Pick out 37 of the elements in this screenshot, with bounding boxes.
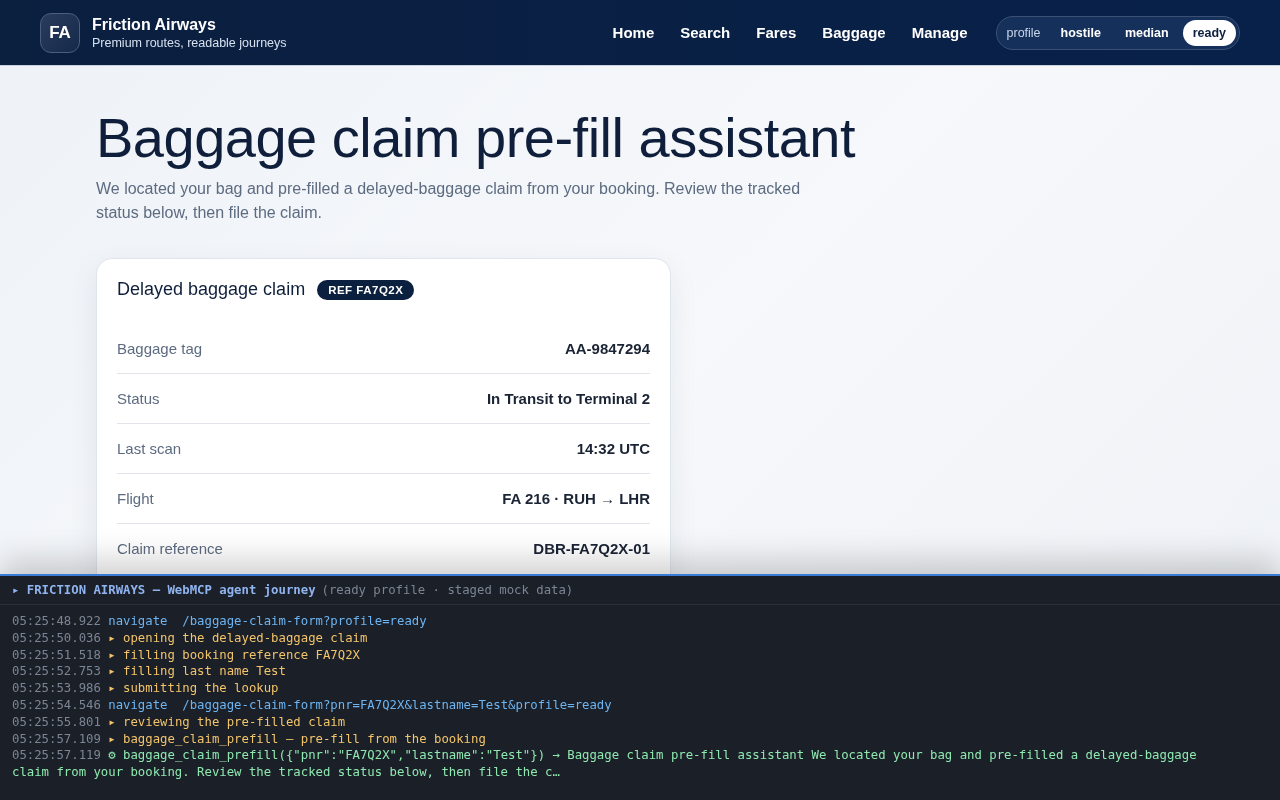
page-heading: Baggage claim pre-fill assistant — [96, 105, 857, 171]
log-line: 05:25:55.801 ▸ reviewing the pre-filled claim — [12, 713, 347, 731]
log-line: 05:25:54.546 navigate /baggage-claim-form?pnr=FA7Q2X&lastname=Test&profile=ready — [12, 697, 613, 714]
field-value: AA-9847294 — [564, 340, 650, 358]
log-line: 05:25:57.119 ⚙ baggage_claim_prefill({"pnr":"FA7Q2X","lastname":"Test"}) → Baggage claim pre-fill assistant We located your bag and pre-filled a delayed-baggage claim from your booking. Review the tracked status below, then file the c… — [12, 747, 1198, 781]
card-title: Delayed baggage claim — [117, 279, 306, 301]
field-value: DBR-FA7Q2X-01 — [533, 540, 650, 558]
profile-option[interactable]: ready — [1182, 19, 1236, 46]
nav-link[interactable]: Home — [612, 24, 655, 41]
nav-link[interactable]: Baggage — [822, 24, 886, 41]
field-label: Last scan — [117, 440, 182, 458]
profile-option[interactable]: hostile — [1050, 19, 1111, 46]
logo-badge: FA — [40, 12, 80, 53]
profile-label: profile — [1006, 25, 1041, 40]
log-line: 05:25:51.518 ▸ filling booking reference FA7Q2X — [12, 646, 361, 664]
brand-tagline: Premium routes, readable journeys — [92, 35, 287, 50]
log-line: 05:25:57.109 ▸ baggage_claim_prefill — pre-fill from the booking — [12, 730, 487, 748]
reference-badge: REF FA7Q2X — [317, 279, 415, 300]
field-label: Baggage tag — [117, 340, 203, 358]
field-label: Claim reference — [117, 540, 223, 558]
brand-name: Friction Airways — [92, 15, 217, 34]
log-line: 05:25:50.036 ▸ opening the delayed-baggage claim — [12, 629, 369, 647]
console-title: ▸ FRICTION AIRWAYS — WebMCP agent journey — [12, 583, 316, 597]
field-value: In Transit to Terminal 2 — [486, 390, 650, 408]
log-line: 05:25:52.753 ▸ filling last name Test — [12, 663, 287, 681]
profile-option[interactable]: median — [1114, 19, 1179, 46]
nav-link[interactable]: Fares — [756, 24, 797, 41]
nav-link[interactable]: Search — [680, 24, 731, 41]
nav-link[interactable]: Manage — [911, 24, 968, 41]
console-subtitle: (ready profile · staged mock data) — [321, 583, 574, 597]
intro-text: We located your bag and pre-filled a delayed-baggage claim from your booking. Review the tracked status below, then file the claim. — [96, 179, 802, 224]
field-value: FA 216 · RUH → LHR — [502, 490, 650, 508]
log-line: 05:25:48.922 navigate /baggage-claim-form?profile=ready — [12, 613, 428, 630]
field-label: Status — [117, 390, 160, 408]
field-label: Flight — [117, 490, 154, 508]
field-value: 14:32 UTC — [576, 440, 650, 458]
log-line: 05:25:53.986 ▸ submitting the lookup — [12, 680, 280, 697]
